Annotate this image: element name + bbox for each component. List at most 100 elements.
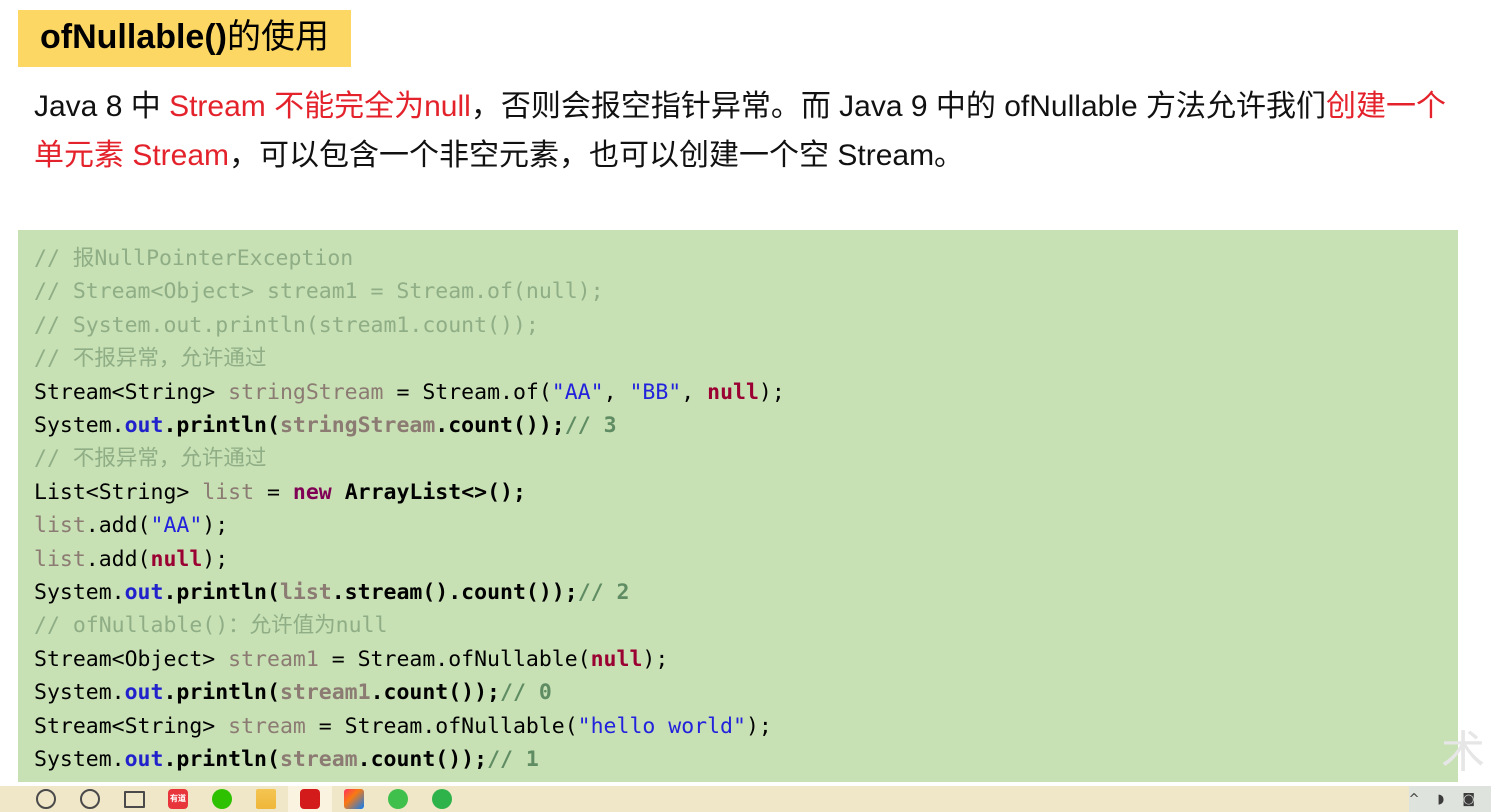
code-text: .println( (163, 413, 280, 439)
code-null: null (150, 546, 203, 572)
code-field: out (124, 413, 164, 439)
watermark-glyph: 术 (1441, 727, 1485, 778)
wechat-glyph (212, 789, 232, 809)
code-text: = (254, 479, 293, 505)
para-segment-5: ，可以包含一个非空元素，也可以创建一个空 Stream。 (229, 139, 965, 172)
code-var: stringStream (279, 413, 436, 439)
green-app-glyph (388, 789, 408, 809)
code-text: .count()); (357, 747, 488, 773)
code-text: System. (34, 747, 125, 773)
pdf-glyph (300, 789, 320, 809)
start-icon[interactable] (24, 786, 68, 812)
code-line-14: System.out.println(stream1.count());// 0 (34, 680, 552, 705)
code-type: Stream<String> (34, 713, 229, 739)
code-inline-comment: // 3 (564, 413, 617, 439)
code-line-comment-3: // System.out.println(stream1.count()); (34, 312, 539, 338)
page-title: ofNullable()的使用 (18, 10, 351, 67)
code-var: stringStream (228, 379, 384, 405)
idea-glyph (344, 789, 364, 809)
code-line-9: list.add("AA"); (34, 513, 228, 538)
code-text: System. (34, 413, 125, 439)
code-text: ); (745, 713, 772, 739)
code-string: "hello world" (577, 713, 746, 739)
code-text: , (681, 379, 708, 405)
code-text: .count()); (435, 413, 565, 439)
green-app2-icon[interactable] (420, 786, 464, 812)
code-type: List<String> (34, 479, 203, 505)
code-line-11: System.out.println(list.stream().count()… (34, 580, 629, 605)
code-line-8: List<String> list = new ArrayList<>(); (34, 480, 526, 505)
code-var: stream1 (228, 646, 319, 672)
youdao-glyph: 有道 (168, 789, 188, 809)
green-app-icon[interactable] (376, 786, 420, 812)
network-icon[interactable]: ◗ (1438, 792, 1445, 807)
code-text: .stream().count()); (331, 580, 578, 606)
file-explorer-icon[interactable] (244, 786, 288, 812)
folder-glyph (256, 789, 276, 809)
code-text: .add( (85, 513, 151, 539)
search-icon[interactable] (68, 786, 112, 812)
code-var: stream1 (279, 680, 371, 706)
code-text: = Stream.ofNullable( (305, 713, 578, 739)
code-null: null (590, 646, 643, 672)
code-var: stream (228, 713, 306, 739)
code-text: .println( (163, 747, 280, 773)
code-inline-comment: // 2 (577, 580, 630, 606)
youdao-icon[interactable]: 有道 (156, 786, 200, 812)
code-text: ); (758, 379, 785, 405)
code-var: list (202, 479, 255, 505)
task-view-glyph (123, 790, 145, 808)
code-var: stream (279, 747, 358, 773)
start-glyph (36, 789, 56, 809)
code-var: list (34, 513, 86, 539)
code-line-comment-1: // 报NullPointerException (34, 246, 354, 271)
intellij-idea-icon[interactable] (332, 786, 376, 812)
code-string: "BB" (629, 379, 682, 405)
code-text: ); (642, 646, 669, 672)
code-type: Stream<String> (34, 379, 229, 405)
code-line-comment-7: // 不报异常，允许通过 (34, 446, 267, 472)
code-text: = Stream.of( (383, 379, 552, 405)
para-segment-1: Java 8 中 (34, 90, 170, 123)
page-title-en: ofNullable() (40, 18, 227, 56)
slide-canvas: ofNullable()的使用 Java 8 中 Stream 不能完全为nul… (0, 0, 1491, 790)
code-text: .add( (85, 546, 151, 572)
code-inline-comment: // 1 (487, 747, 539, 773)
code-line-10: list.add(null); (34, 547, 228, 572)
code-text: ); (202, 546, 229, 572)
code-string: "AA" (150, 513, 203, 539)
code-string: "AA" (551, 379, 604, 405)
pdf-reader-icon[interactable] (288, 786, 332, 812)
para-segment-3: ，否则会报空指针异常。而 Java 9 中的 ofNullable 方法允许我们 (470, 90, 1327, 123)
code-line-5: Stream<String> stringStream = Stream.of(… (34, 380, 785, 405)
code-line-6: System.out.println(stringStream.count())… (34, 413, 617, 438)
code-line-16: System.out.println(stream.count());// 1 (34, 747, 539, 772)
code-text: .println( (163, 580, 280, 606)
wechat-icon[interactable] (200, 786, 244, 812)
green-app2-glyph (432, 789, 452, 809)
code-var: list (279, 580, 332, 606)
code-text: System. (34, 580, 125, 606)
code-line-15: Stream<String> stream = Stream.ofNullabl… (34, 714, 772, 739)
code-text: .count()); (370, 680, 501, 706)
code-block[interactable]: // 报NullPointerException // Stream<Objec… (18, 230, 1458, 782)
code-line-comment-4: // 不报异常，允许通过 (34, 346, 267, 372)
system-tray: ^ ◗ ◙ (1408, 786, 1491, 812)
code-line-comment-12: // ofNullable()：允许值为null (34, 613, 388, 639)
code-type: Stream<Object> (34, 646, 229, 672)
code-field: out (124, 580, 164, 606)
task-view-icon[interactable] (112, 786, 156, 812)
code-line-13: Stream<Object> stream1 = Stream.ofNullab… (34, 647, 668, 672)
page-title-cn: 的使用 (226, 17, 329, 57)
search-glyph (80, 789, 100, 809)
code-text: ); (202, 513, 229, 539)
code-field: out (124, 747, 164, 773)
code-field: out (124, 680, 164, 706)
code-text: .println( (163, 680, 280, 706)
code-keyword: new (292, 479, 332, 505)
taskbar-pinned-apps: 有道 (0, 786, 464, 812)
taskbar: 有道 ^ ◗ ◙ (0, 786, 1491, 812)
volume-icon[interactable]: ◙ (1462, 792, 1475, 807)
show-hidden-icons-icon[interactable]: ^ (1409, 792, 1420, 807)
code-inline-comment: // 0 (500, 680, 552, 706)
